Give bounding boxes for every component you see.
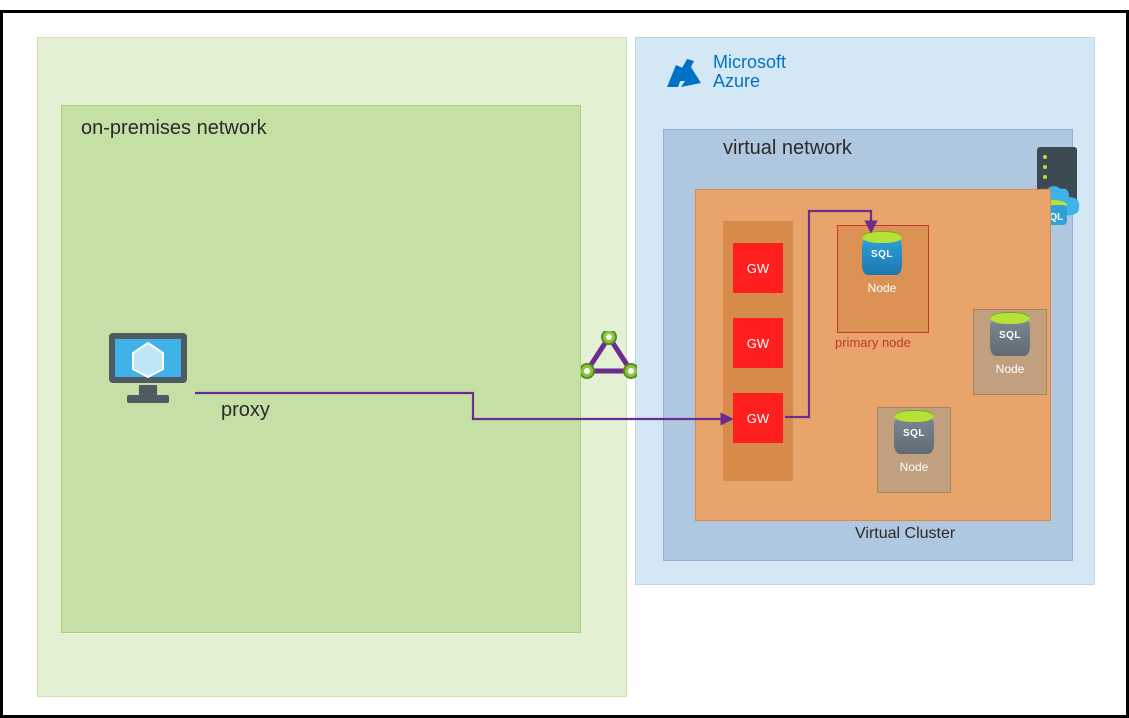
sql-node-primary: SQL Node — [845, 229, 919, 315]
vnet-peering-icon — [581, 331, 637, 379]
vnet-title: virtual network — [723, 137, 852, 160]
node-label: Node — [974, 362, 1046, 376]
azure-logo: Microsoft Azure — [667, 53, 786, 91]
virtual-cluster-title: Virtual Cluster — [855, 525, 955, 543]
sql-db-label: SQL — [892, 428, 936, 439]
gateway-label: GW — [747, 411, 769, 426]
sql-node: SQL Node — [973, 309, 1047, 395]
azure-brand-line2: Azure — [713, 72, 786, 91]
azure-icon — [667, 57, 703, 87]
gateway-box: GW — [733, 393, 783, 443]
gateway-label: GW — [747, 336, 769, 351]
sql-db-label: SQL — [988, 330, 1032, 341]
primary-node-label: primary node — [835, 335, 911, 350]
gateway-box: GW — [733, 318, 783, 368]
architecture-diagram: on-premises network Microsoft Azure virt… — [0, 10, 1129, 718]
client-machine-icon — [103, 329, 193, 409]
sql-db-icon: SQL — [892, 410, 936, 458]
proxy-label: proxy — [221, 399, 270, 422]
node-label: Node — [845, 281, 919, 295]
sql-node: SQL Node — [877, 407, 951, 493]
azure-brand-text: Microsoft Azure — [713, 53, 786, 91]
azure-brand-line1: Microsoft — [713, 53, 786, 72]
gateway-box: GW — [733, 243, 783, 293]
gateway-label: GW — [747, 261, 769, 276]
node-label: Node — [878, 460, 950, 474]
sql-db-icon: SQL — [988, 312, 1032, 360]
onprem-title: on-premises network — [81, 117, 267, 140]
sql-db-label: SQL — [860, 249, 904, 260]
sql-db-icon: SQL — [860, 231, 904, 279]
